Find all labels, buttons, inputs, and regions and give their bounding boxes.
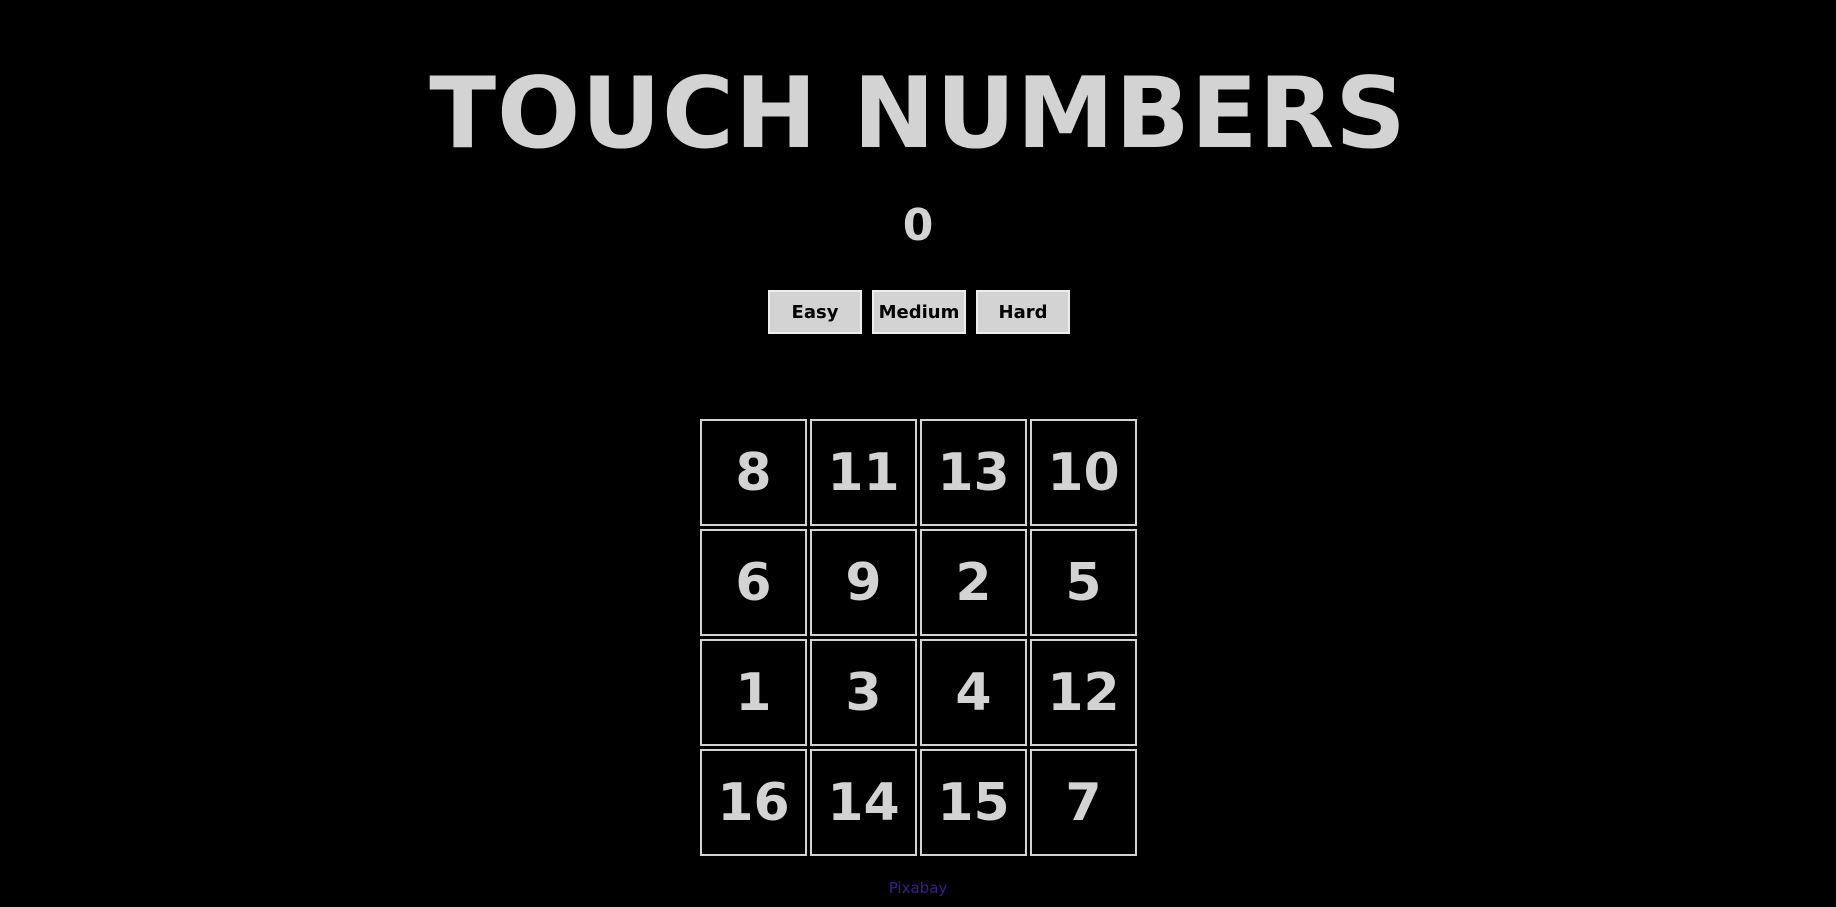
hard-button[interactable]: Hard: [976, 290, 1070, 334]
number-tile[interactable]: 6: [700, 529, 807, 636]
number-tile[interactable]: 3: [810, 639, 917, 746]
number-tile[interactable]: 4: [920, 639, 1027, 746]
number-tile[interactable]: 7: [1030, 749, 1137, 856]
medium-button[interactable]: Medium: [872, 290, 966, 334]
number-tile[interactable]: 12: [1030, 639, 1137, 746]
number-tile[interactable]: 9: [810, 529, 917, 636]
number-grid: 8 11 13 10 6 9 2 5 1 3 4 12 16 14 15 7: [700, 419, 1138, 857]
number-tile[interactable]: 1: [700, 639, 807, 746]
number-tile[interactable]: 14: [810, 749, 917, 856]
number-tile[interactable]: 16: [700, 749, 807, 856]
score-display: 0: [902, 200, 934, 251]
number-tile[interactable]: 15: [920, 749, 1027, 856]
easy-button[interactable]: Easy: [768, 290, 862, 334]
number-tile[interactable]: 5: [1030, 529, 1137, 636]
number-tile[interactable]: 11: [810, 419, 917, 526]
number-tile[interactable]: 13: [920, 419, 1027, 526]
pixabay-credit-link[interactable]: Pixabay: [0, 878, 1836, 898]
difficulty-selector: Easy Medium Hard: [768, 290, 1070, 334]
number-tile[interactable]: 10: [1030, 419, 1137, 526]
number-tile[interactable]: 2: [920, 529, 1027, 636]
game-title: TOUCH NUMBERS: [429, 57, 1407, 171]
number-tile[interactable]: 8: [700, 419, 807, 526]
